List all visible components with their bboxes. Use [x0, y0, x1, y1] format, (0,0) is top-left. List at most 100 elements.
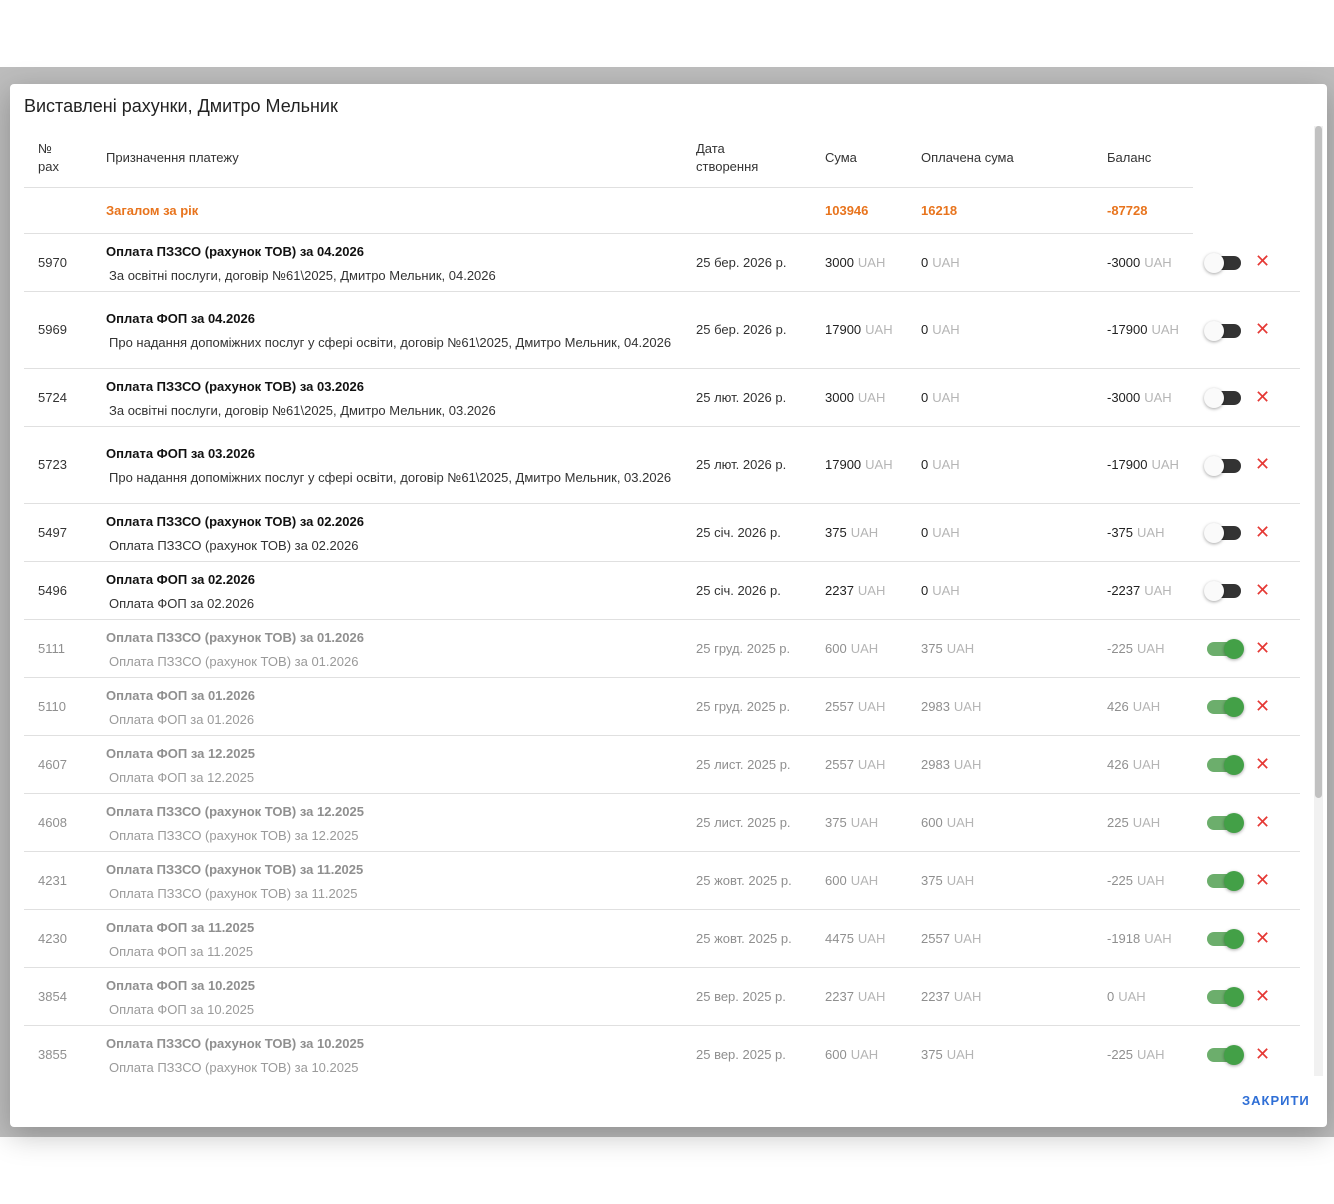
balance-value: -3000 [1107, 254, 1141, 270]
created-date: 25 жовт. 2025 р. [682, 851, 811, 910]
balance-cell: -1918 UAH [1093, 909, 1193, 968]
toggle-knob[interactable] [1224, 639, 1244, 660]
payment-title: Оплата ФОП за 11.2025 [106, 919, 255, 935]
delete-icon[interactable]: ✕ [1255, 522, 1270, 542]
toggle-knob[interactable] [1204, 523, 1224, 544]
currency-unit: UAH [857, 698, 886, 714]
invoice-number: 5970 [24, 233, 92, 292]
delete-icon[interactable]: ✕ [1255, 319, 1270, 339]
payment-description: Оплата ПЗЗСО (рахунок ТОВ) за 11.2025 [109, 885, 358, 901]
toggle-knob[interactable] [1204, 581, 1224, 602]
toggle-knob[interactable] [1224, 929, 1244, 950]
delete-icon[interactable]: ✕ [1255, 1044, 1270, 1064]
payment-purpose: Оплата ФОП за 04.2026 Про надання допоміж… [92, 291, 682, 369]
delete-icon[interactable]: ✕ [1255, 580, 1270, 600]
payment-purpose: Оплата ФОП за 01.2026 Оплата ФОП за 01.20… [92, 677, 682, 736]
delete-icon[interactable]: ✕ [1255, 696, 1270, 716]
paid-toggle[interactable] [1204, 581, 1241, 602]
created-date: 25 лют. 2026 р. [682, 368, 811, 427]
sum-value: 2237 [825, 988, 854, 1004]
delete-cell: ✕ [1241, 368, 1300, 427]
payment-description: Оплата ФОП за 11.2025 [109, 943, 254, 959]
delete-icon[interactable]: ✕ [1255, 251, 1270, 271]
toggle-cell [1193, 233, 1241, 292]
delete-icon[interactable]: ✕ [1255, 387, 1270, 407]
delete-icon[interactable]: ✕ [1255, 870, 1270, 890]
created-date: 25 бер. 2026 р. [682, 291, 811, 369]
table-row: 5496 Оплата ФОП за 02.2026 Оплата ФОП за 0… [24, 561, 1300, 620]
delete-icon[interactable]: ✕ [1255, 812, 1270, 832]
toggle-knob[interactable] [1224, 871, 1244, 892]
paid-toggle[interactable] [1207, 697, 1244, 718]
toggle-cell [1193, 368, 1241, 427]
balance-value: 0 [1107, 988, 1115, 1004]
paid-toggle[interactable] [1204, 455, 1241, 476]
toggle-knob[interactable] [1204, 455, 1224, 476]
paid-toggle[interactable] [1207, 929, 1244, 950]
toggle-knob[interactable] [1204, 320, 1224, 341]
currency-unit: UAH [850, 524, 879, 540]
paid-toggle[interactable] [1207, 987, 1244, 1008]
paid-toggle[interactable] [1207, 1045, 1244, 1066]
delete-icon[interactable]: ✕ [1255, 454, 1270, 474]
paid-toggle[interactable] [1204, 523, 1241, 544]
delete-cell: ✕ [1241, 909, 1300, 968]
paid-cell: 0 UAH [907, 561, 1093, 620]
paid-toggle[interactable] [1207, 639, 1244, 660]
scrollbar[interactable] [1314, 126, 1323, 1076]
paid-toggle[interactable] [1204, 320, 1241, 341]
payment-purpose: Оплата ПЗЗСО (рахунок ТОВ) за 03.2026 За … [92, 368, 682, 427]
delete-icon[interactable]: ✕ [1255, 754, 1270, 774]
total-num [24, 187, 92, 234]
paid-toggle[interactable] [1204, 388, 1241, 409]
sum-cell: 2237 UAH [811, 561, 907, 620]
delete-icon[interactable]: ✕ [1255, 986, 1270, 1006]
invoice-number: 5110 [24, 677, 92, 736]
table-row: 3855 Оплата ПЗЗСО (рахунок ТОВ) за 10.202… [24, 1025, 1300, 1076]
balance-cell: -375 UAH [1093, 503, 1193, 562]
toggle-knob[interactable] [1224, 987, 1244, 1008]
toggle-knob[interactable] [1204, 252, 1224, 273]
payment-description: Оплата ПЗЗСО (рахунок ТОВ) за 12.2025 [109, 827, 359, 843]
paid-toggle[interactable] [1207, 813, 1244, 834]
delete-icon[interactable]: ✕ [1255, 638, 1270, 658]
created-date: 25 січ. 2026 р. [682, 503, 811, 562]
paid-toggle[interactable] [1207, 871, 1244, 892]
paid-toggle[interactable] [1207, 755, 1244, 776]
currency-unit: UAH [953, 930, 982, 946]
total-date [682, 187, 811, 234]
sum-value: 600 [825, 872, 847, 888]
paid-value: 0 [921, 254, 929, 270]
header-balance: Баланс [1093, 128, 1193, 188]
header-blank [1241, 128, 1300, 188]
table-row: 5110 Оплата ФОП за 01.2026 Оплата ФОП за 0… [24, 677, 1300, 736]
currency-unit: UAH [850, 640, 879, 656]
toggle-knob[interactable] [1204, 388, 1224, 409]
sum-value: 17900 [825, 457, 862, 472]
created-date: 25 груд. 2025 р. [682, 677, 811, 736]
currency-unit: UAH [1132, 814, 1161, 830]
table-row: 4231 Оплата ПЗЗСО (рахунок ТОВ) за 11.202… [24, 851, 1300, 910]
toggle-knob[interactable] [1224, 755, 1244, 776]
toggle-knob[interactable] [1224, 1045, 1244, 1066]
delete-icon[interactable]: ✕ [1255, 928, 1270, 948]
toggle-knob[interactable] [1224, 813, 1244, 834]
sum-cell: 375 UAH [811, 793, 907, 852]
currency-unit: UAH [1151, 457, 1179, 472]
delete-cell: ✕ [1241, 561, 1300, 620]
paid-toggle[interactable] [1204, 252, 1241, 273]
sum-value: 375 [825, 524, 847, 540]
sum-value: 2557 [825, 756, 854, 772]
table-row: 5497 Оплата ПЗЗСО (рахунок ТОВ) за 02.202… [24, 503, 1300, 562]
invoice-number: 4608 [24, 793, 92, 852]
toggle-cell [1193, 426, 1241, 504]
paid-cell: 375 UAH [907, 851, 1093, 910]
currency-unit: UAH [1144, 254, 1172, 270]
close-button[interactable]: ЗАКРИТИ [1236, 1092, 1316, 1109]
scrollbar-thumb[interactable] [1315, 126, 1322, 798]
delete-cell: ✕ [1241, 619, 1300, 678]
payment-title: Оплата ПЗЗСО (рахунок ТОВ) за 12.2025 [106, 803, 364, 819]
toggle-knob[interactable] [1224, 697, 1244, 718]
invoice-number: 5111 [24, 619, 92, 678]
toggle-cell [1193, 561, 1241, 620]
